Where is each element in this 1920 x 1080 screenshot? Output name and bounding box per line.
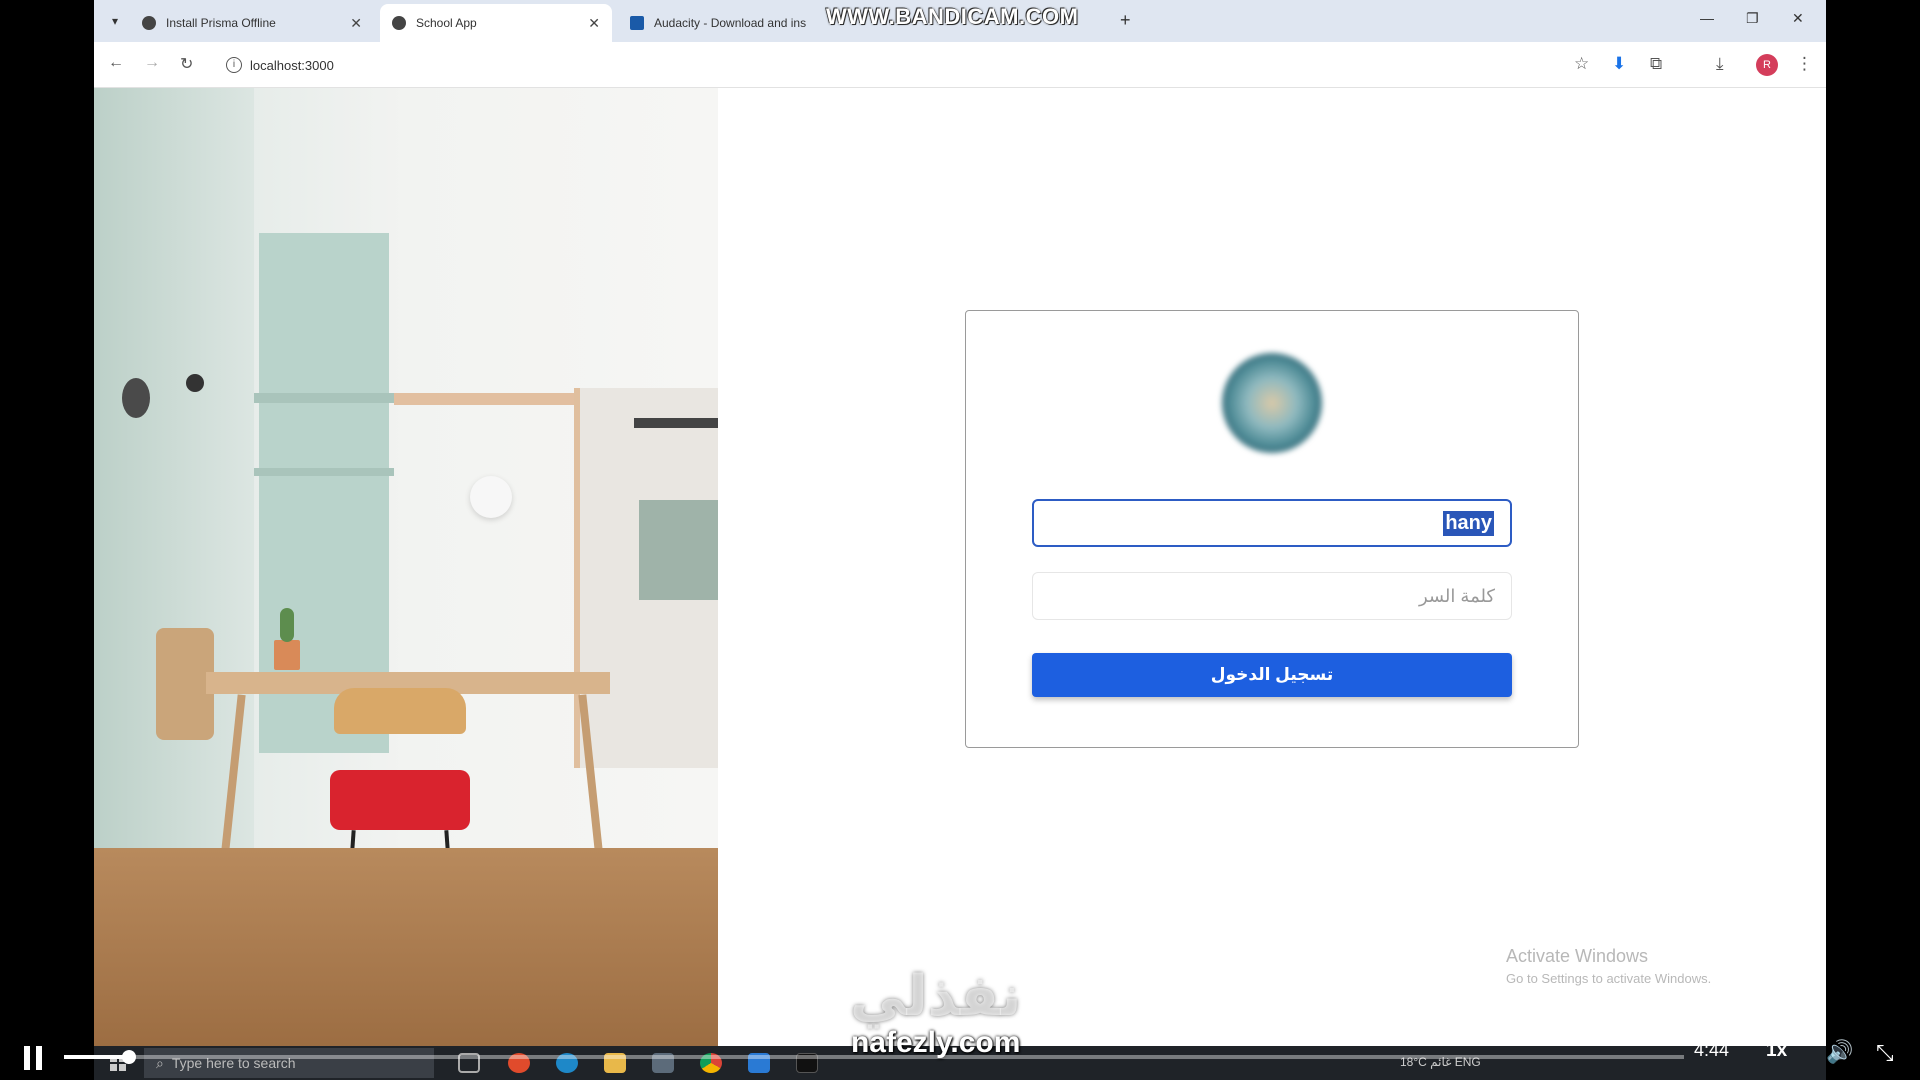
password-input[interactable]: كلمة السر — [1032, 572, 1512, 620]
activate-windows-notice: Activate Windows Go to Settings to activ… — [1506, 946, 1711, 986]
hero-photo — [94, 88, 718, 1048]
username-value: hany — [1443, 510, 1494, 536]
react-icon — [392, 16, 406, 30]
login-card: hany كلمة السر تسجيل الدخول — [965, 310, 1579, 748]
back-arrow-icon[interactable]: ← — [108, 54, 124, 72]
url-text: localhost:3000 — [250, 57, 334, 73]
browser-toolbar: ← → ↻ i localhost:3000 ☆ ⬇ ⧉ ⤓ R ⋮ — [94, 42, 1826, 88]
username-input[interactable]: hany — [1032, 499, 1512, 547]
tab-audacity[interactable]: Audacity - Download and ins — [618, 4, 858, 42]
pause-icon[interactable] — [24, 1046, 46, 1070]
downloads-icon[interactable]: ⤓ — [1716, 54, 1724, 74]
audacity-icon — [630, 16, 644, 30]
activate-title: Activate Windows — [1506, 946, 1649, 966]
page-content: hany كلمة السر تسجيل الدخول Activate Win… — [94, 88, 1826, 1080]
menu-kebab-icon[interactable]: ⋮ — [1796, 54, 1813, 74]
exit-fullscreen-icon[interactable]: ⤡ — [1876, 1040, 1894, 1066]
tab-install-prisma[interactable]: Install Prisma Offline ✕ — [130, 4, 374, 42]
video-time: 4:44 — [1694, 1040, 1730, 1060]
recorder-watermark: WWW.BANDICAM.COM — [826, 4, 1079, 29]
tab-search-chevron-icon[interactable]: ▾ — [102, 8, 128, 34]
github-icon — [142, 16, 156, 30]
tab-strip: ▾ Install Prisma Offline ✕ School App ✕ … — [94, 0, 1826, 42]
tab-label: Install Prisma Offline — [166, 16, 276, 30]
video-scrubber-handle[interactable] — [122, 1050, 136, 1064]
playback-speed-button[interactable]: 1x — [1766, 1040, 1787, 1062]
video-player: ▾ Install Prisma Offline ✕ School App ✕ … — [0, 0, 1920, 1080]
login-button[interactable]: تسجيل الدخول — [1032, 653, 1512, 697]
restore-icon[interactable]: ❐ — [1746, 10, 1759, 27]
address-bar[interactable]: i localhost:3000 — [216, 50, 1696, 80]
close-tab-icon[interactable]: ✕ — [350, 15, 362, 32]
tab-school-app[interactable]: School App ✕ — [380, 4, 612, 42]
extension-download-icon[interactable]: ⬇ — [1612, 54, 1626, 74]
reload-icon[interactable]: ↻ — [180, 54, 193, 74]
minimize-icon[interactable]: — — [1700, 10, 1714, 26]
video-controls: 4:44 1x 🔊 ⤡ — [0, 1038, 1920, 1080]
close-window-icon[interactable]: ✕ — [1792, 10, 1804, 27]
password-placeholder: كلمة السر — [1418, 585, 1495, 606]
tab-label: Audacity - Download and ins — [654, 16, 807, 30]
new-tab-button[interactable]: + — [1120, 10, 1131, 31]
site-info-icon[interactable]: i — [226, 57, 242, 73]
profile-avatar[interactable]: R — [1756, 54, 1778, 76]
activate-subtitle: Go to Settings to activate Windows. — [1506, 971, 1712, 986]
watermark-arabic: نفذلي — [850, 964, 1022, 1027]
close-tab-icon[interactable]: ✕ — [588, 15, 600, 32]
bookmark-star-icon[interactable]: ☆ — [1574, 54, 1589, 74]
school-logo — [1222, 353, 1322, 453]
extensions-puzzle-icon[interactable]: ⧉ — [1650, 54, 1662, 74]
volume-icon[interactable]: 🔊 — [1826, 1039, 1853, 1065]
video-progress-fill — [64, 1055, 129, 1059]
browser-window: ▾ Install Prisma Offline ✕ School App ✕ … — [94, 0, 1826, 1080]
tab-label: School App — [416, 16, 477, 30]
video-progress-bar[interactable] — [64, 1050, 1684, 1064]
forward-arrow-icon[interactable]: → — [144, 54, 160, 72]
